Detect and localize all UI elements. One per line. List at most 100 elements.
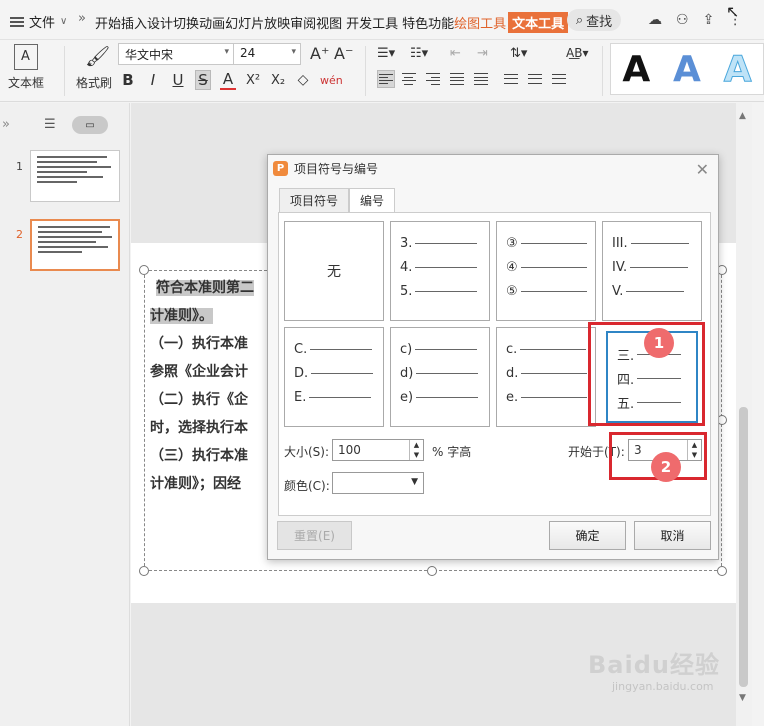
number-label: e. xyxy=(506,390,519,405)
tab-animation[interactable]: 动画 xyxy=(199,13,225,32)
text-line: 时，选择执行本 xyxy=(150,420,248,436)
resize-handle[interactable] xyxy=(717,566,727,576)
spinner-icon[interactable]: ▲ ▼ xyxy=(409,440,423,460)
list-bullets-icon[interactable]: ☰▾ xyxy=(377,46,395,61)
wordart-style-blue-icon[interactable]: A xyxy=(673,49,701,90)
outdent-icon[interactable]: ⇤ xyxy=(450,46,461,61)
number-label: d. xyxy=(506,366,519,381)
list-numbering-icon[interactable]: ☷▾ xyxy=(410,46,428,61)
dialog-tabs: 项目符号 编号 xyxy=(279,188,396,212)
scrollbar-thumb[interactable] xyxy=(739,407,748,687)
strikethrough-icon[interactable]: S xyxy=(195,70,211,90)
numbering-style-none[interactable]: 无 xyxy=(284,221,384,321)
scroll-up-icon[interactable]: ▲ xyxy=(739,111,746,121)
thumbnail-view-icon[interactable]: ▭ xyxy=(72,116,108,134)
size-unit-label: % 字高 xyxy=(432,445,472,459)
tab-design[interactable]: 设计 xyxy=(147,13,173,32)
numbering-style-lower-alpha-dot[interactable]: c. d. e. xyxy=(496,327,596,427)
align-center-icon[interactable] xyxy=(401,70,419,88)
ok-button[interactable]: 确定 xyxy=(549,521,626,550)
font-size-select[interactable]: 24 ▾ xyxy=(233,43,301,65)
tab-insert[interactable]: 插入 xyxy=(121,13,147,32)
resize-handle[interactable] xyxy=(139,566,149,576)
superscript-icon[interactable]: X² xyxy=(245,73,261,88)
align-left-icon[interactable] xyxy=(377,70,395,88)
text-direction-icon[interactable]: ⇅▾ xyxy=(510,46,527,61)
scroll-down-icon[interactable]: ▼ xyxy=(739,693,746,703)
tab-features[interactable]: 特色功能 xyxy=(402,13,454,32)
align-right-icon[interactable] xyxy=(425,70,443,88)
numbering-style-roman[interactable]: III. IV. V. xyxy=(602,221,702,321)
format-painter-button[interactable]: 🖌 格式刷 xyxy=(76,44,112,91)
tab-numbering[interactable]: 编号 xyxy=(349,188,396,212)
font-size-value: 24 xyxy=(240,46,256,60)
collapse-panel-icon[interactable]: » xyxy=(2,117,10,132)
dialog-title: 项目符号与编号 xyxy=(294,162,379,176)
size-input[interactable]: 100 ▲ ▼ xyxy=(332,439,424,461)
number-label: V. xyxy=(612,284,624,299)
resize-handle[interactable] xyxy=(139,265,149,275)
tab-review[interactable]: 审阅 xyxy=(290,13,316,32)
slide-thumbnail-1[interactable] xyxy=(30,150,120,202)
file-menu[interactable]: 文件 ∨ xyxy=(10,12,67,31)
vertical-scrollbar[interactable]: ▲ ▼ xyxy=(736,103,752,726)
wordart-gallery[interactable]: A A A xyxy=(610,43,764,95)
font-grow-icon[interactable]: A⁺ xyxy=(310,44,329,63)
ribbon-separator xyxy=(602,46,603,96)
slide-body-text[interactable]: 符合本准则第二 计准则》。 （一）执行本准 参照《企业会计 （二）执行《企 时，… xyxy=(150,274,280,498)
numbering-style-upper-alpha[interactable]: C. D. E. xyxy=(284,327,384,427)
brush-icon: 🖌 xyxy=(85,44,111,68)
justify-icon[interactable] xyxy=(449,70,467,88)
numbering-style-lower-alpha-paren[interactable]: c) d) e) xyxy=(390,327,490,427)
wordart-style-black-icon[interactable]: A xyxy=(622,49,650,90)
tab-developer[interactable]: 开发工具 xyxy=(346,13,398,32)
outline-view-icon[interactable]: ☰ xyxy=(44,117,56,132)
chevron-down-icon: ▾ xyxy=(291,47,296,57)
phonetic-icon[interactable]: wén xyxy=(320,74,343,87)
search-button[interactable]: ⌕ 查找 xyxy=(567,9,621,31)
resize-handle[interactable] xyxy=(427,566,437,576)
tab-bullets[interactable]: 项目符号 xyxy=(279,188,350,212)
cancel-button[interactable]: 取消 xyxy=(634,521,711,550)
subscript-icon[interactable]: X₂ xyxy=(270,73,286,88)
tab-slideshow[interactable]: 幻灯片放映 xyxy=(225,13,290,32)
italic-icon[interactable]: I xyxy=(145,71,161,89)
eraser-icon[interactable]: ◇ xyxy=(295,72,311,88)
numbering-style-circled[interactable]: ③ ④ ⑤ xyxy=(496,221,596,321)
text-line: （二）执行《企 xyxy=(150,392,248,408)
size-value: 100 xyxy=(338,443,361,457)
share-icon[interactable]: ⇪ xyxy=(703,12,715,28)
tab-transition[interactable]: 切换 xyxy=(173,13,199,32)
text-line: 符合本准则第二 xyxy=(156,280,254,296)
slide-number-1: 1 xyxy=(16,160,23,173)
distribute-icon[interactable] xyxy=(473,70,491,88)
user-add-icon[interactable]: ⚇ xyxy=(676,12,689,28)
reset-button[interactable]: 重置(E) xyxy=(277,521,352,550)
tab-home[interactable]: 开始 xyxy=(95,13,121,32)
indent-icon[interactable]: ⇥ xyxy=(477,46,488,61)
tab-text-tools[interactable]: 文本工具 xyxy=(508,12,569,33)
more-tabs-icon[interactable]: » xyxy=(78,11,86,26)
ribbon-separator xyxy=(64,46,65,96)
number-label: E. xyxy=(294,390,307,405)
tab-drawing-tools[interactable]: 绘图工具 xyxy=(454,13,506,32)
wordart-style-outline-icon[interactable]: A xyxy=(723,48,752,90)
underline-icon[interactable]: U xyxy=(170,71,186,89)
font-color-icon[interactable]: A xyxy=(220,70,236,90)
font-shrink-icon[interactable]: A⁻ xyxy=(334,44,353,63)
slide-thumbnail-2[interactable] xyxy=(30,219,120,271)
tab-view[interactable]: 视图 xyxy=(316,13,342,32)
paragraph-spacing-icon[interactable] xyxy=(527,70,545,88)
close-icon[interactable]: ✕ xyxy=(696,160,709,179)
color-select[interactable]: ▼ xyxy=(332,472,424,494)
text-transform-icon[interactable]: A͟B▾ xyxy=(566,46,588,60)
numbering-style-arabic[interactable]: 3. 4. 5. xyxy=(390,221,490,321)
number-label: D. xyxy=(294,366,309,381)
textbox-button[interactable]: A 文本框 xyxy=(8,44,44,91)
bold-icon[interactable]: B xyxy=(120,71,136,89)
font-name-select[interactable]: 华文中宋 ▾ xyxy=(118,43,234,65)
column-icon[interactable] xyxy=(551,70,569,88)
cloud-icon[interactable]: ☁ xyxy=(648,12,662,28)
line-spacing-icon[interactable] xyxy=(503,70,521,88)
font-format-row: B I U S A X² X₂ ◇ wén xyxy=(120,70,343,90)
